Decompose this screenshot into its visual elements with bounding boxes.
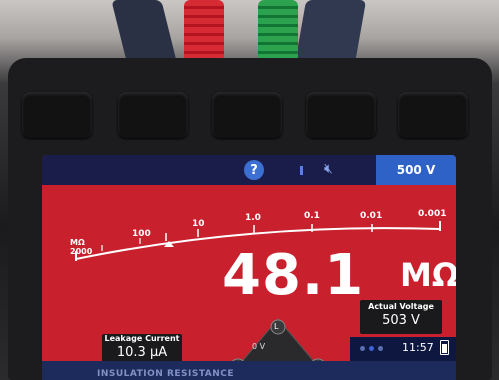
resistance-unit: MΩ — [400, 256, 456, 294]
actual-voltage-value: 503 V — [382, 313, 420, 328]
soft-key-5[interactable] — [398, 92, 468, 138]
clock: 11:57 — [402, 341, 434, 354]
voltage-setting[interactable]: 500 V — [376, 155, 456, 185]
soft-key-3[interactable] — [212, 92, 282, 138]
scale-unit: MΩ 2000 — [70, 238, 92, 256]
display-screen: ? 🔇︎ 500 V MΩ 2000 100 10 1.0 0.1 0.01 0… — [42, 155, 456, 380]
scale-unit-top: MΩ — [70, 238, 85, 247]
scale-label-1: 1.0 — [245, 213, 261, 223]
leakage-current-panel: Leakage Current 10.3 μA — [102, 334, 182, 364]
page-dot-2 — [369, 346, 374, 351]
battery-icon — [440, 340, 449, 355]
scale-label-100: 100 — [132, 229, 151, 239]
scale-label-0-1: 0.1 — [304, 211, 320, 221]
leakage-current-value: 10.3 μA — [116, 345, 168, 360]
leakage-current-title: Leakage Current — [104, 334, 180, 343]
speaker-muted-icon[interactable]: 🔇︎ — [324, 161, 333, 177]
scale-label-0-001: 0.001 — [418, 209, 447, 219]
actual-voltage-panel: Actual Voltage 503 V — [360, 300, 442, 334]
resistance-reading: 48.1 — [222, 243, 365, 308]
terminal-l-label: L — [274, 322, 279, 331]
page-dot-1 — [360, 346, 365, 351]
indicator-tick — [300, 166, 303, 175]
soft-key-4[interactable] — [306, 92, 376, 138]
page-dot-3 — [378, 346, 383, 351]
scale-label-0-01: 0.01 — [360, 211, 383, 221]
mode-label: INSULATION RESISTANCE — [97, 369, 235, 379]
question-circle-icon[interactable]: ? — [244, 160, 264, 180]
soft-key-1[interactable] — [22, 92, 92, 138]
scale-unit-bottom: 2000 — [70, 247, 93, 256]
actual-voltage-title: Actual Voltage — [368, 302, 434, 311]
soft-key-2[interactable] — [118, 92, 188, 138]
scale-label-10: 10 — [192, 219, 205, 229]
connection-voltage: 0 V — [252, 342, 266, 351]
